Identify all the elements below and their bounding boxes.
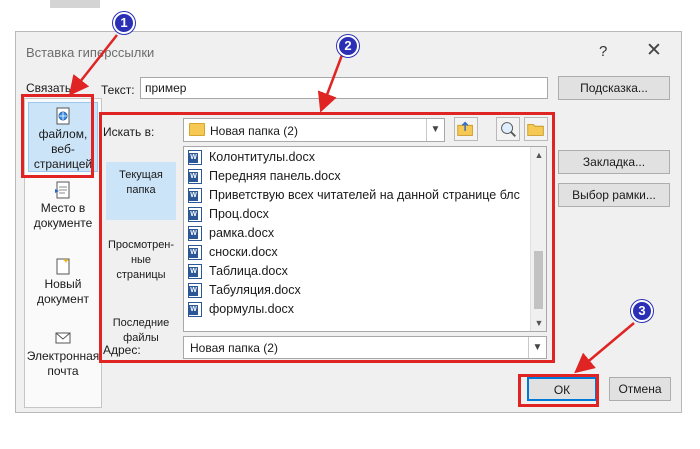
background-strip — [50, 0, 100, 8]
sidebar-item-email[interactable]: Электронная почта — [25, 329, 101, 379]
close-icon[interactable]: ✕ — [641, 38, 667, 64]
sidebar-item-label: Место в документе — [33, 201, 93, 230]
step-marker-3: 3 — [631, 300, 653, 322]
step-marker-2: 2 — [337, 35, 359, 57]
highlight-link-to-file — [21, 94, 94, 178]
sidebar-item-place-in-document[interactable]: Место в документе — [25, 181, 101, 231]
highlight-ok-button — [518, 374, 599, 407]
screenshot-stage: Вставка гиперссылки ? ✕ Связать файлом, … — [0, 0, 700, 449]
highlight-file-browser — [99, 112, 555, 363]
document-place-icon — [55, 181, 70, 199]
step-marker-1: 1 — [113, 12, 135, 34]
dialog-title: Вставка гиперссылки — [26, 45, 155, 60]
new-document-icon — [56, 258, 70, 275]
target-frame-button[interactable]: Выбор рамки... — [558, 183, 670, 207]
help-icon[interactable]: ? — [599, 43, 607, 60]
text-label: Текст: — [101, 83, 135, 97]
sidebar-item-new-document[interactable]: Новый документ — [25, 257, 101, 307]
link-to-label: Связать — [26, 81, 72, 95]
cancel-button[interactable]: Отмена — [609, 377, 671, 401]
screentip-button[interactable]: Подсказка... — [558, 76, 670, 100]
bookmark-button[interactable]: Закладка... — [558, 150, 670, 174]
text-to-display-input[interactable]: пример — [140, 77, 548, 99]
sidebar-item-label: Электронная почта — [26, 349, 100, 378]
sidebar-item-label: Новый документ — [37, 277, 89, 306]
email-icon — [55, 332, 71, 344]
